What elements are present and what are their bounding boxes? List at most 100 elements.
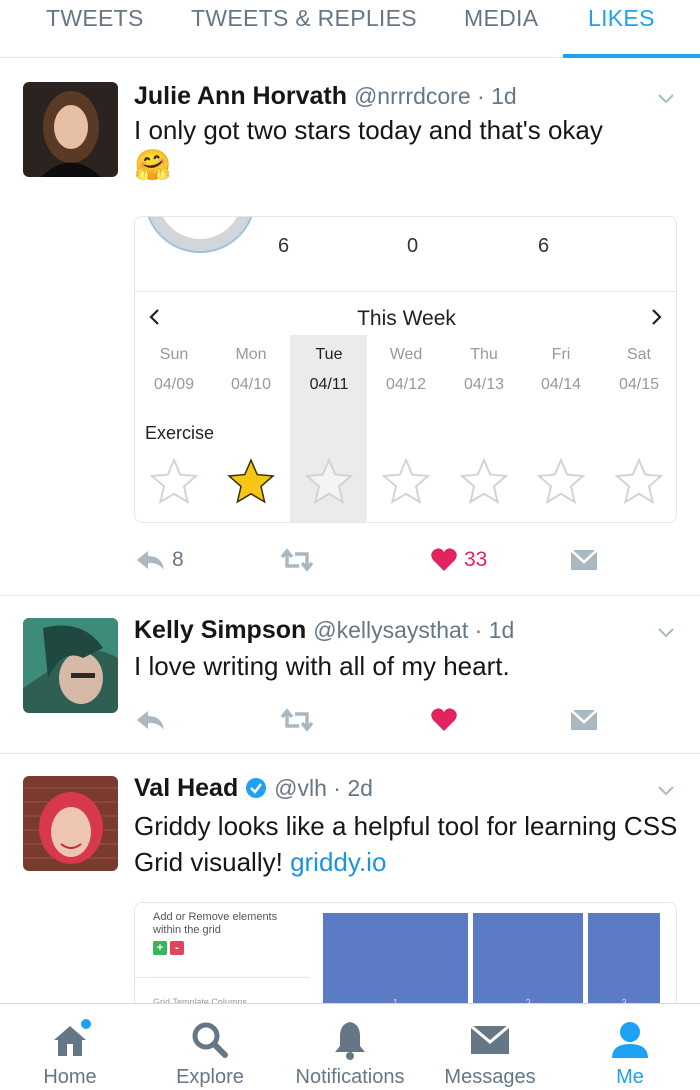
avatar[interactable]: [23, 82, 118, 177]
tweet-actions: [134, 704, 614, 736]
nav-explore[interactable]: Explore: [140, 1004, 280, 1090]
dm-button[interactable]: [570, 544, 598, 576]
grid-cell: 2: [473, 913, 583, 1011]
hugging-face-emoji: 🤗: [134, 149, 172, 182]
day-name: Sat: [626, 346, 651, 363]
author-name[interactable]: Kelly Simpson: [134, 616, 306, 644]
tab-tweets[interactable]: TWEETS: [46, 5, 144, 32]
day-date: 04/15: [618, 376, 660, 393]
star-icon[interactable]: [614, 457, 664, 507]
star-icon[interactable]: [536, 457, 586, 507]
tweet-time: 2d: [347, 775, 373, 801]
nav-label: Notifications: [295, 1066, 405, 1088]
retweet-icon: [280, 548, 314, 572]
tweet-text: Griddy looks like a helpful tool for lea…: [134, 811, 678, 877]
envelope-icon: [570, 709, 598, 730]
avatar[interactable]: [23, 618, 118, 713]
chevron-down-icon[interactable]: [656, 88, 676, 108]
day-name: Fri: [551, 346, 571, 363]
tweet-actions: 8 33: [134, 544, 614, 576]
nav-notifications[interactable]: Notifications: [280, 1004, 420, 1090]
divider: [135, 977, 310, 978]
dm-button[interactable]: [570, 704, 598, 736]
envelope-icon: [570, 549, 598, 570]
habit-tracker-card[interactable]: 6 0 6 This Week Sun Mon Tue Wed Thu Fri …: [134, 216, 677, 523]
tweet[interactable]: Val Head @vlh · 2d Griddy looks like a h…: [0, 754, 700, 1012]
author-name[interactable]: Julie Ann Horvath: [134, 82, 347, 110]
day-date: 04/09: [153, 376, 195, 393]
profile-tabs: TWEETS TWEETS & REPLIES MEDIA LIKES: [0, 0, 700, 58]
divider: [135, 291, 676, 292]
card-label: Add or Remove elements within the grid: [153, 911, 278, 936]
star-icon[interactable]: [304, 457, 354, 507]
tweet[interactable]: Julie Ann Horvath @nrrrdcore · 1d I only…: [0, 58, 700, 596]
tweet-link[interactable]: griddy.io: [290, 847, 386, 877]
nav-home[interactable]: Home: [0, 1004, 140, 1090]
reply-button[interactable]: [134, 704, 166, 736]
day-date: 04/13: [463, 376, 505, 393]
day-name: Wed: [389, 346, 423, 363]
reply-count: 8: [172, 548, 184, 571]
stat-value: 6: [278, 235, 290, 257]
like-button[interactable]: [430, 704, 458, 736]
heart-icon: [431, 548, 457, 571]
day-date: 04/10: [230, 376, 272, 393]
day-name: Sun: [159, 346, 189, 363]
day-name: Thu: [470, 346, 498, 363]
tweet-header: Kelly Simpson @kellysaysthat · 1d: [134, 616, 515, 644]
star-icon[interactable]: [149, 457, 199, 507]
day-date: 04/11: [309, 376, 349, 393]
star-icon[interactable]: [381, 457, 431, 507]
author-handle[interactable]: @vlh: [274, 775, 327, 801]
tab-media[interactable]: MEDIA: [464, 5, 538, 32]
reply-icon: [137, 711, 164, 730]
day-name: Mon: [235, 346, 267, 363]
tweet[interactable]: Kelly Simpson @kellysaysthat · 1d I love…: [0, 596, 700, 754]
search-icon: [192, 1022, 228, 1058]
chevron-right-icon[interactable]: [650, 307, 664, 327]
nav-messages[interactable]: Messages: [420, 1004, 560, 1090]
author-handle[interactable]: @kellysaysthat: [313, 617, 468, 643]
nav-label: Messages: [444, 1066, 536, 1088]
week-title: This Week: [357, 307, 456, 330]
retweet-icon: [280, 708, 314, 732]
retweet-button[interactable]: [279, 704, 315, 736]
envelope-icon: [470, 1024, 510, 1054]
day-name: Tue: [315, 346, 343, 363]
star-icon[interactable]: [459, 457, 509, 507]
habit-label: Exercise: [145, 423, 215, 443]
like-button[interactable]: 33: [430, 544, 487, 576]
avatar[interactable]: [23, 776, 118, 871]
add-element-button: +: [153, 941, 167, 955]
tweet-text: I love writing with all of my heart.: [134, 651, 510, 681]
tweet-header: Val Head @vlh · 2d: [134, 774, 373, 802]
tweet-time: 1d: [488, 617, 515, 643]
tweet-text: I only got two stars today and that's ok…: [134, 115, 603, 182]
day-date: 04/14: [540, 376, 582, 393]
chevron-down-icon[interactable]: [656, 780, 676, 800]
tweet-header: Julie Ann Horvath @nrrrdcore · 1d: [134, 82, 517, 110]
author-name[interactable]: Val Head: [134, 774, 238, 802]
nav-label: Home: [43, 1066, 97, 1088]
reply-button[interactable]: 8: [134, 544, 184, 576]
stat-value: 6: [538, 235, 550, 257]
star-icon-filled[interactable]: [226, 457, 276, 507]
verified-badge-icon: [246, 778, 267, 798]
author-handle[interactable]: @nrrrdcore: [354, 83, 471, 109]
reply-icon: [137, 551, 164, 570]
progress-ring: [147, 217, 253, 253]
chevron-down-icon[interactable]: [656, 622, 676, 642]
heart-icon: [431, 708, 457, 731]
tab-likes[interactable]: LIKES: [588, 5, 655, 32]
grid-cell: 1: [323, 913, 468, 1011]
tweet-time: 1d: [491, 83, 517, 109]
retweet-button[interactable]: [279, 544, 315, 576]
home-icon: [54, 1019, 91, 1056]
person-icon: [612, 1022, 648, 1058]
nav-me[interactable]: Me: [560, 1004, 700, 1090]
bell-icon: [335, 1022, 365, 1060]
tab-tweets-replies[interactable]: TWEETS & REPLIES: [191, 5, 417, 32]
link-preview-card[interactable]: Add or Remove elements within the grid +…: [134, 902, 677, 1012]
stat-value: 0: [407, 235, 419, 257]
nav-label: Me: [616, 1066, 644, 1088]
